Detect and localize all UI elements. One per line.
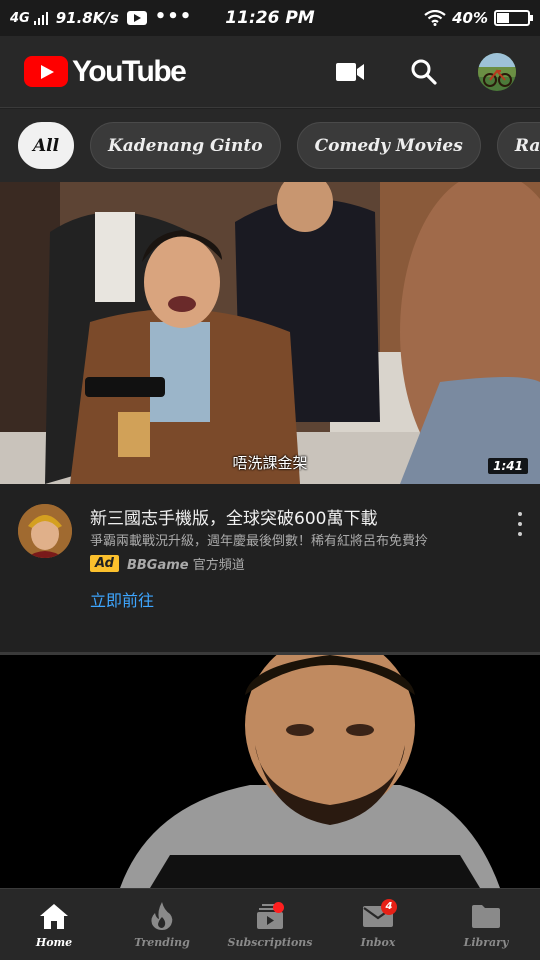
ad-channel-avatar[interactable] [18,504,72,558]
ad-description: 爭霸兩載戰況升級，週年慶最後倒數！稀有紅將呂布免費拎 [90,534,429,549]
ad-channel-name: BBGame 官方頻道 [127,554,245,573]
flame-icon [145,901,179,931]
video-thumbnail[interactable]: 唔洗課金架 1:41 [0,182,540,484]
signal-icon [33,11,48,25]
nav-home[interactable]: Home [0,889,108,960]
account-avatar[interactable] [478,52,516,91]
video-thumbnail-2[interactable] [0,655,540,888]
network-speed: 91.8K/s [55,9,119,27]
nav-inbox-label: Inbox [360,935,396,949]
ad-cta-link[interactable]: 立即前往 [90,587,154,611]
more-options-icon[interactable] [516,512,524,536]
video-subtitle: 唔洗課金架 [232,454,308,472]
subscriptions-icon [253,901,287,931]
chip-kadenang-ginto[interactable]: Kadenang Ginto [90,122,281,169]
nav-subscriptions-label: Subscriptions [227,935,313,949]
ad-badge: Ad [90,555,119,572]
youtube-logo[interactable]: YouTube [24,54,187,89]
ad-channel-brand: BBGame [126,558,189,573]
battery-icon [494,10,533,26]
nav-library[interactable]: Library [432,889,540,960]
battery-percent: 40% [452,9,488,27]
filter-chips-bar: All Kadenang Ginto Comedy Movies Rapping [0,109,540,182]
ad-channel-suffix: 官方頻道 [188,558,245,573]
video-camera-icon[interactable] [330,52,370,92]
thumbnail-image-2 [0,655,540,888]
video-duration: 1:41 [488,458,528,474]
nav-trending-label: Trending [134,935,190,949]
app-header: YouTube [0,36,540,108]
chip-rapping[interactable]: Rapping [496,122,540,169]
network-type: 4G [10,10,30,26]
logo-text: YouTube [72,54,187,88]
ad-title[interactable]: 新三國志手機版，全球突破600萬下載 [90,504,377,529]
nav-inbox[interactable]: 4 Inbox [324,889,432,960]
ad-info: 新三國志手機版，全球突破600萬下載 爭霸兩載戰況升級，週年慶最後倒數！稀有紅將… [0,484,540,652]
inbox-badge: 4 [381,898,397,915]
search-icon[interactable] [404,52,444,92]
nav-library-label: Library [463,935,509,949]
bottom-navigation: Home Trending Subscriptions 4 Inbox Libr… [0,888,540,960]
youtube-notification-icon [126,11,147,25]
new-content-dot [273,901,284,913]
wifi-icon [424,10,446,26]
more-notifications-icon: ••• [154,5,193,27]
mail-icon: 4 [361,898,397,931]
folder-icon [469,901,503,931]
status-bar: 4G 91.8K/s ••• 11:26 PM 40% [0,0,540,36]
chip-all[interactable]: All [18,122,74,169]
home-icon [37,901,71,931]
chip-comedy-movies[interactable]: Comedy Movies [296,122,481,169]
nav-home-label: Home [35,935,73,949]
youtube-play-icon [24,56,68,87]
nav-subscriptions[interactable]: Subscriptions [216,889,324,960]
nav-trending[interactable]: Trending [108,889,216,960]
thumbnail-image [0,182,540,484]
